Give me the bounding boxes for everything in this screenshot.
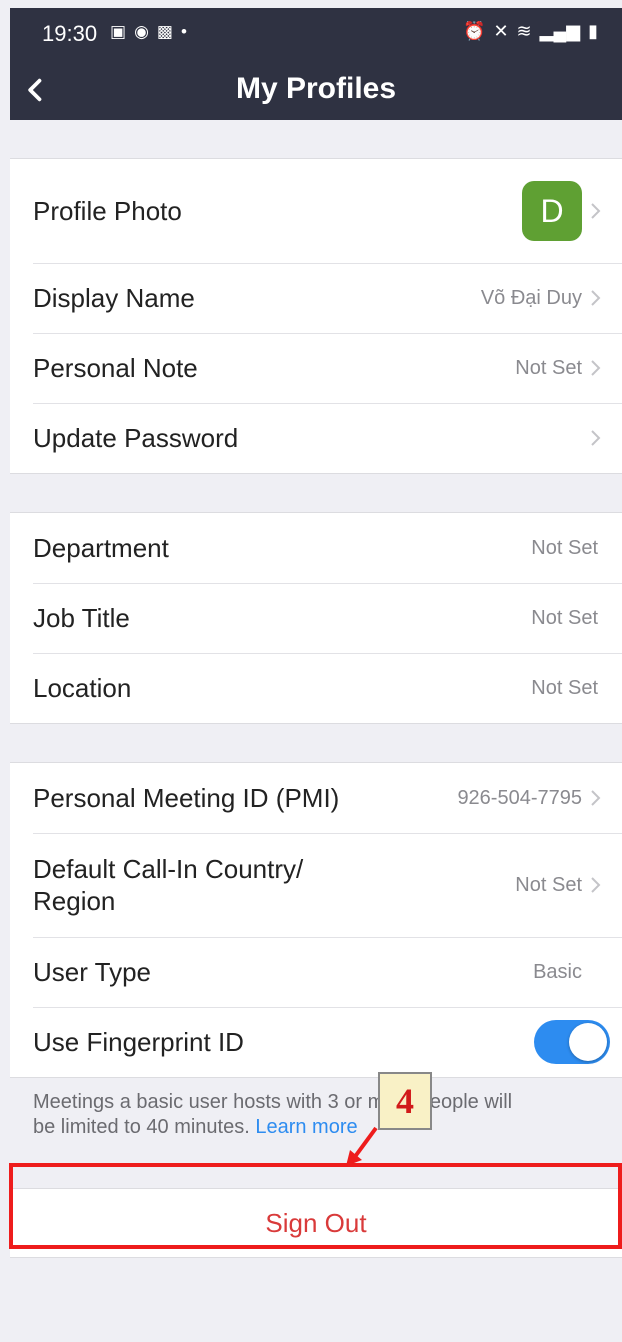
- section-gap: [10, 724, 622, 762]
- notification-icons: ▣ ◉ ▩ •: [110, 22, 187, 42]
- callin-label-line2: Region: [33, 886, 116, 916]
- toggle-knob: [569, 1023, 607, 1061]
- chevron-right-icon: [590, 876, 606, 894]
- chevron-right-icon: [590, 202, 606, 220]
- signal-icon: ▂▄▆: [539, 21, 581, 41]
- sign-out-highlight: [9, 1163, 622, 1249]
- update-password-label: Update Password: [33, 422, 239, 453]
- fingerprint-toggle[interactable]: [534, 1020, 610, 1064]
- fingerprint-row: Use Fingerprint ID: [10, 1007, 622, 1077]
- system-icons: ⏰ ✕ ≋ ▂▄▆ ▮: [463, 21, 598, 42]
- callin-label-line1: Default Call-In Country/: [33, 854, 304, 884]
- callin-country-row[interactable]: Default Call-In Country/ Region Not Set: [10, 833, 622, 937]
- personal-note-row[interactable]: Personal Note Not Set: [10, 333, 622, 403]
- personal-note-value: Not Set: [515, 356, 582, 379]
- phone-screen: 19:30 ▣ ◉ ▩ • ⏰ ✕ ≋ ▂▄▆ ▮ My Profiles Pr…: [10, 8, 622, 1342]
- pmi-label: Personal Meeting ID (PMI): [33, 782, 340, 813]
- section-gap: [10, 120, 622, 158]
- image-icon: ▣: [110, 22, 127, 41]
- chevron-right-icon: [590, 429, 606, 447]
- pmi-row[interactable]: Personal Meeting ID (PMI) 926-504-7795: [10, 763, 622, 833]
- location-value: Not Set: [531, 676, 598, 699]
- department-row: Department Not Set: [10, 513, 622, 583]
- display-name-value: Võ Đại Duy: [480, 286, 582, 309]
- avatar: D: [522, 181, 582, 241]
- user-type-label: User Type: [33, 956, 152, 987]
- footnote-text-line2: be limited to 40 minutes.: [33, 1116, 250, 1138]
- nav-bar: My Profiles: [10, 58, 622, 120]
- step-number-badge: 4: [378, 1072, 432, 1130]
- display-name-row[interactable]: Display Name Võ Đại Duy: [10, 263, 622, 333]
- messenger-icon: ◉: [134, 22, 149, 41]
- job-title-row: Job Title Not Set: [10, 583, 622, 653]
- chevron-right-icon: [590, 289, 606, 307]
- pmi-value: 926-504-7795: [457, 786, 582, 809]
- mute-icon: ✕: [493, 21, 509, 41]
- personal-note-label: Personal Note: [33, 352, 198, 383]
- meeting-section: Personal Meeting ID (PMI) 926-504-7795 D…: [10, 762, 622, 1078]
- update-password-row[interactable]: Update Password: [10, 403, 622, 473]
- user-type-value: Basic: [533, 960, 582, 983]
- status-time: 19:30: [42, 21, 98, 46]
- status-bar: 19:30 ▣ ◉ ▩ • ⏰ ✕ ≋ ▂▄▆ ▮: [10, 8, 622, 58]
- user-type-row: User Type Basic: [10, 937, 622, 1007]
- callin-country-label: Default Call-In Country/ Region: [33, 853, 515, 917]
- department-label: Department: [33, 532, 169, 563]
- dot-icon: •: [180, 22, 187, 41]
- location-label: Location: [33, 672, 132, 703]
- job-title-label: Job Title: [33, 602, 130, 633]
- section-gap: [10, 474, 622, 512]
- job-title-value: Not Set: [531, 606, 598, 629]
- page-title: My Profiles: [235, 72, 397, 105]
- profile-section: Profile Photo D Display Name Võ Đại Duy …: [10, 158, 622, 474]
- wifi-icon: ≋: [516, 21, 532, 41]
- alarm-icon: ⏰: [463, 21, 486, 41]
- battery-icon: ▮: [588, 21, 598, 41]
- display-name-label: Display Name: [33, 282, 195, 313]
- callin-country-value: Not Set: [515, 874, 582, 896]
- profile-photo-label: Profile Photo: [33, 195, 182, 226]
- location-row: Location Not Set: [10, 653, 622, 723]
- chevron-right-icon: [590, 789, 606, 807]
- gallery-icon: ▩: [156, 22, 173, 41]
- app-frame: 19:30 ▣ ◉ ▩ • ⏰ ✕ ≋ ▂▄▆ ▮ My Profiles Pr…: [0, 0, 622, 1342]
- fingerprint-label: Use Fingerprint ID: [33, 1026, 244, 1057]
- chevron-right-icon: [590, 359, 606, 377]
- department-value: Not Set: [531, 536, 598, 559]
- profile-photo-row[interactable]: Profile Photo D: [10, 159, 622, 263]
- org-section: Department Not Set Job Title Not Set Loc…: [10, 512, 622, 724]
- footnote-text-line1: Meetings a basic user hosts with 3 or mo…: [33, 1091, 513, 1113]
